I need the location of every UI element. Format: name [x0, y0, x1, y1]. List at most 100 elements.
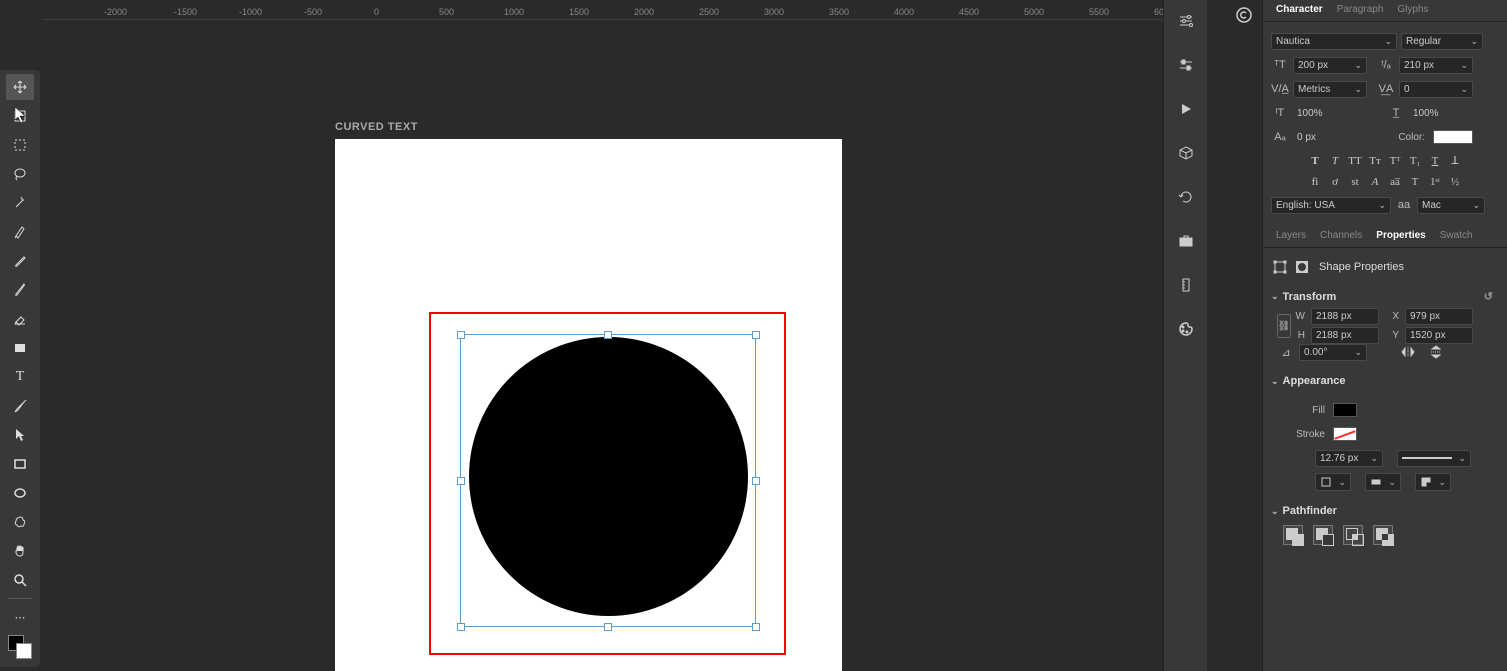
tab-channels[interactable]: Channels	[1315, 228, 1367, 247]
tab-properties[interactable]: Properties	[1371, 228, 1430, 247]
color-label: Color:	[1393, 132, 1429, 143]
stroke-swatch[interactable]	[1333, 427, 1357, 441]
text-color-swatch[interactable]	[1433, 130, 1473, 144]
wand-tool[interactable]	[6, 190, 34, 216]
swash-icon[interactable]: A	[1367, 173, 1384, 190]
height-input[interactable]: 2188 px	[1311, 327, 1379, 344]
pathfinder-intersect[interactable]	[1343, 525, 1363, 545]
lasso-tool[interactable]	[6, 161, 34, 187]
appearance-chevron-icon[interactable]: ⌄	[1271, 376, 1279, 387]
ruler-tick: 4500	[959, 0, 979, 17]
brush-tool[interactable]	[6, 277, 34, 303]
pathfinder-chevron-icon[interactable]: ⌄	[1271, 506, 1279, 517]
play-icon[interactable]	[1172, 96, 1200, 122]
font-style-select[interactable]: Regular⌄	[1401, 33, 1483, 50]
cursor-icon	[14, 106, 30, 129]
stroke-cap-select[interactable]: ⌄	[1365, 473, 1401, 491]
ellipse-shape-tool[interactable]	[6, 480, 34, 506]
hand-tool[interactable]	[6, 538, 34, 564]
pen-tool[interactable]	[6, 219, 34, 245]
blob-tool[interactable]	[6, 509, 34, 535]
italic-icon[interactable]: T	[1327, 152, 1344, 169]
transform-chevron-icon[interactable]: ⌄	[1271, 291, 1279, 302]
stroke-width-input[interactable]: 12.76 px⌄	[1315, 450, 1383, 467]
sliders-icon[interactable]	[1172, 52, 1200, 78]
move-tool[interactable]	[6, 74, 34, 100]
rectangle-fill-tool[interactable]	[6, 335, 34, 361]
underline-icon[interactable]: T	[1427, 152, 1444, 169]
superscript-icon[interactable]: Tᵀ	[1387, 152, 1404, 169]
eyedropper-tool[interactable]	[6, 248, 34, 274]
kerning-icon: V/A̲	[1271, 80, 1289, 98]
fractions-icon[interactable]: ½	[1447, 173, 1464, 190]
vscale-input[interactable]: 100%	[1293, 106, 1361, 121]
stroke-style-select[interactable]: ⌄	[1397, 450, 1471, 467]
ruler-horizontal[interactable]: -2000 -1500 -1000 -500 0 500 1000 1500 2…	[44, 0, 1177, 20]
ordinals-icon[interactable]: 1ˢᵗ	[1427, 173, 1444, 190]
pathfinder-subtract[interactable]	[1313, 525, 1333, 545]
contextual-icon[interactable]: ơ	[1327, 173, 1344, 190]
baseline-input[interactable]: 0 px	[1293, 130, 1361, 145]
strike-icon[interactable]: ꓕ	[1447, 152, 1464, 169]
pathfinder-header: Pathfinder	[1283, 505, 1337, 517]
font-size-icon: ᵀT	[1271, 56, 1289, 74]
leading-input[interactable]: 210 px⌄	[1399, 57, 1473, 74]
more-tools[interactable]: ⋯	[6, 604, 34, 630]
flip-v-icon[interactable]	[1427, 343, 1445, 361]
language-select[interactable]: English: USA⌄	[1271, 197, 1391, 214]
pathfinder-exclude[interactable]	[1373, 525, 1393, 545]
pen-curve-tool[interactable]	[6, 393, 34, 419]
pathfinder-unite[interactable]	[1283, 525, 1303, 545]
ruler-tick: -1500	[174, 0, 197, 17]
refresh-icon[interactable]	[1172, 184, 1200, 210]
link-wh-icon[interactable]: ⛓	[1277, 314, 1291, 338]
ruler-tick: 2000	[634, 0, 654, 17]
eraser-tool[interactable]	[6, 306, 34, 332]
fill-swatch[interactable]	[1333, 403, 1357, 417]
measure-icon[interactable]	[1172, 272, 1200, 298]
direct-select-tool[interactable]	[6, 422, 34, 448]
antialias-select[interactable]: Mac⌄	[1417, 197, 1485, 214]
tab-glyphs[interactable]: Glyphs	[1392, 2, 1433, 21]
zoom-tool[interactable]	[6, 567, 34, 593]
smallcaps-icon[interactable]: Tᴛ	[1367, 152, 1384, 169]
color-swatch-tool[interactable]	[6, 633, 34, 663]
stroke-align-select[interactable]: ⌄	[1315, 473, 1351, 491]
ruler-tick: 3500	[829, 0, 849, 17]
type-tool[interactable]: T	[6, 364, 34, 390]
tracking-input[interactable]: 0⌄	[1399, 81, 1473, 98]
font-select[interactable]: Nautica⌄	[1271, 33, 1397, 50]
marquee-tool[interactable]	[6, 132, 34, 158]
stroke-join-select[interactable]: ⌄	[1415, 473, 1451, 491]
copyright-icon[interactable]	[1235, 6, 1253, 24]
x-input[interactable]: 979 px	[1405, 308, 1473, 325]
y-input[interactable]: 1520 px	[1405, 327, 1473, 344]
tab-character[interactable]: Character	[1271, 2, 1328, 21]
ligature-icon[interactable]: fi	[1307, 173, 1324, 190]
titling-icon[interactable]: T	[1407, 173, 1424, 190]
adjust-icon[interactable]	[1172, 8, 1200, 34]
allcaps-icon[interactable]: TT	[1347, 152, 1364, 169]
stylistic-icon[interactable]: aa̅	[1387, 173, 1404, 190]
cube-icon[interactable]	[1172, 140, 1200, 166]
fill-label: Fill	[1293, 405, 1329, 416]
tab-swatches[interactable]: Swatch	[1435, 228, 1478, 247]
shape-properties-label: Shape Properties	[1319, 261, 1404, 273]
briefcase-icon[interactable]	[1172, 228, 1200, 254]
artboard-label: CURVED TEXT	[335, 121, 418, 133]
angle-input[interactable]: 0.00°⌄	[1299, 344, 1367, 361]
tab-layers[interactable]: Layers	[1271, 228, 1311, 247]
tab-paragraph[interactable]: Paragraph	[1332, 2, 1389, 21]
width-input[interactable]: 2188 px	[1311, 308, 1379, 325]
subscript-icon[interactable]: T₁	[1407, 152, 1424, 169]
discretionary-icon[interactable]: st	[1347, 173, 1364, 190]
reset-transform-icon[interactable]: ↺	[1484, 290, 1499, 303]
kerning-select[interactable]: Metrics⌄	[1293, 81, 1367, 98]
hscale-input[interactable]: 100%	[1409, 106, 1477, 121]
bold-icon[interactable]: T	[1307, 152, 1324, 169]
font-size-input[interactable]: 200 px⌄	[1293, 57, 1367, 74]
right-panel: Character Paragraph Glyphs Nautica⌄ Regu…	[1262, 0, 1507, 671]
flip-h-icon[interactable]	[1399, 343, 1417, 361]
palette-icon[interactable]	[1172, 316, 1200, 342]
rect-shape-tool[interactable]	[6, 451, 34, 477]
